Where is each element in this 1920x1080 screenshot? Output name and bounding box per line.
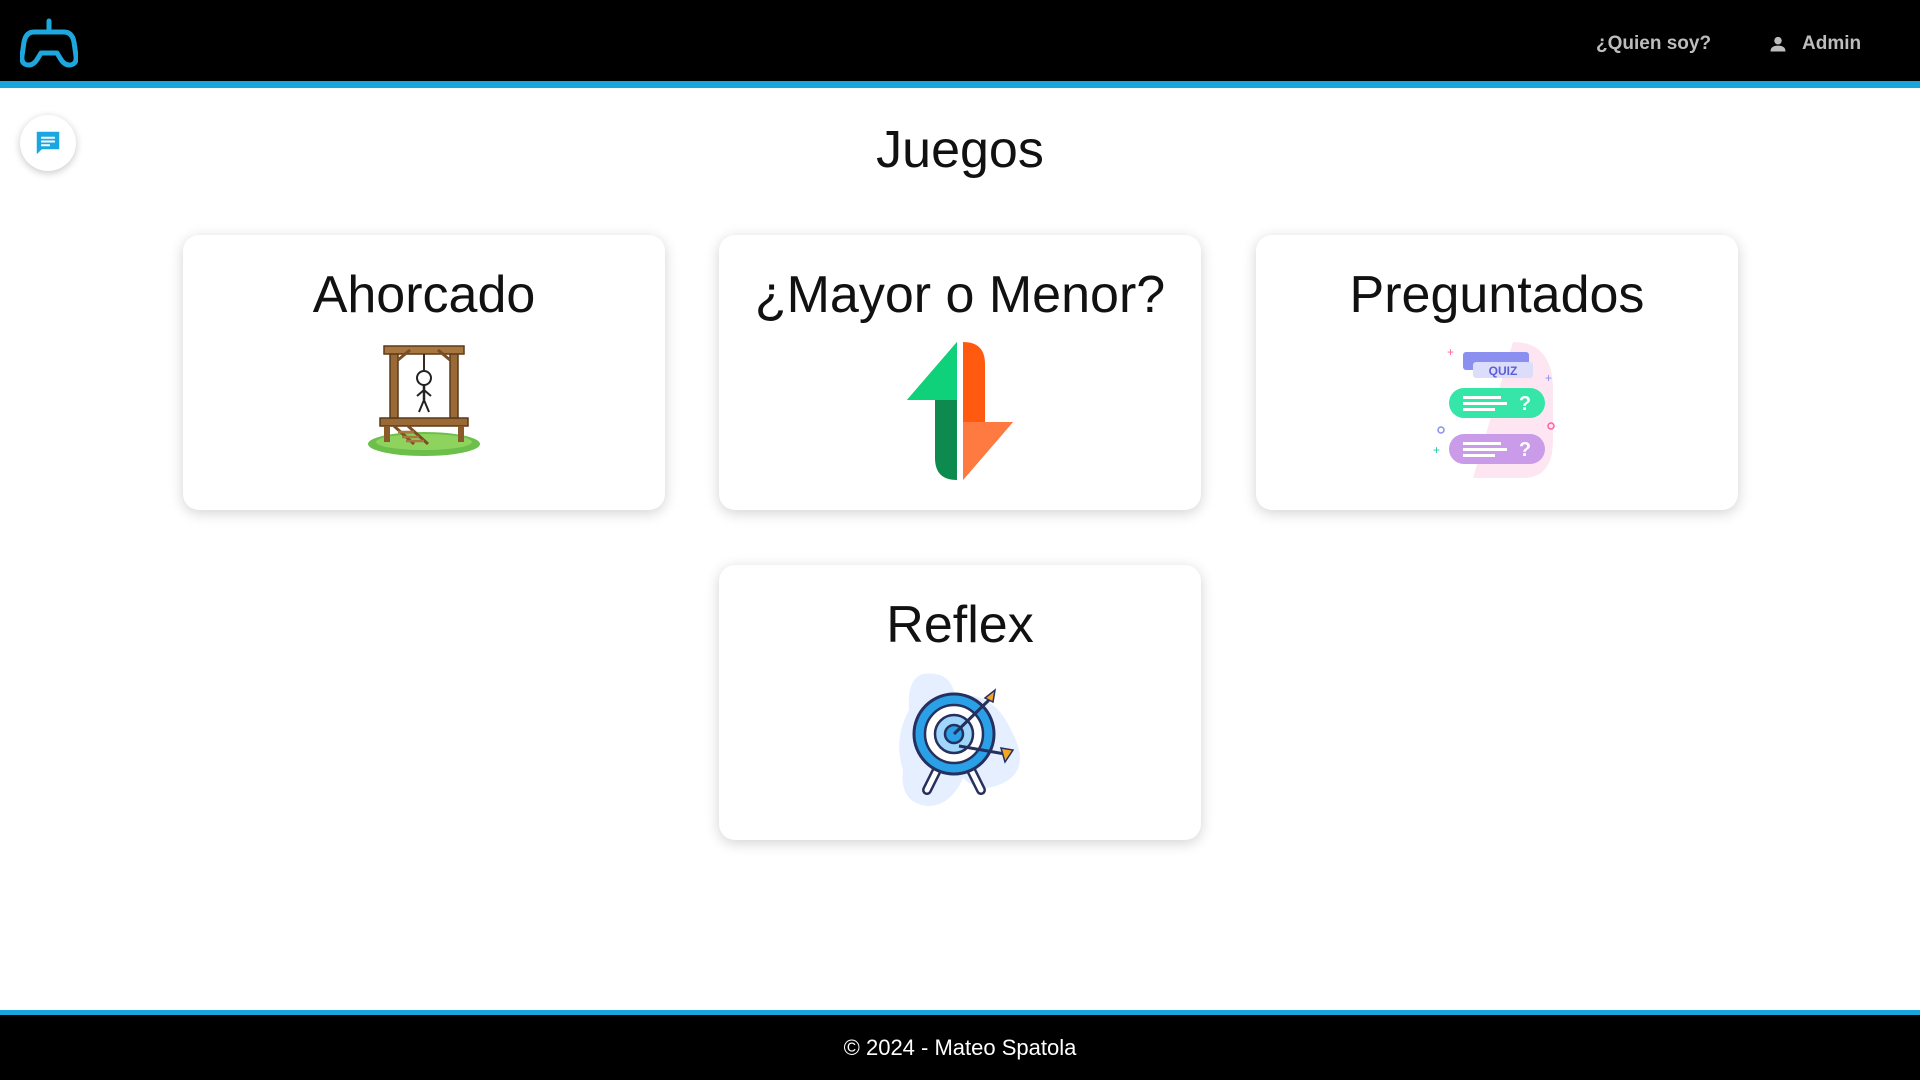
game-card-reflex[interactable]: Reflex <box>719 565 1201 840</box>
gamepad-icon[interactable] <box>19 18 79 70</box>
game-card-preguntados[interactable]: Preguntados QUIZ ? ? + + + <box>1256 235 1738 510</box>
game-card-title: ¿Mayor o Menor? <box>754 266 1166 324</box>
svg-text:?: ? <box>1519 393 1531 415</box>
nav-whoami-label: ¿Quien soy? <box>1596 33 1712 54</box>
up-down-arrows-icon <box>905 340 1015 487</box>
svg-text:QUIZ: QUIZ <box>1489 364 1518 378</box>
game-card-title: Ahorcado <box>312 266 536 324</box>
game-card-mayor-o-menor[interactable]: ¿Mayor o Menor? <box>719 235 1201 510</box>
nav-admin-label: Admin <box>1802 33 1862 54</box>
nav-whoami-link[interactable]: ¿Quien soy? <box>1596 0 1711 88</box>
game-card-title: Reflex <box>886 596 1034 654</box>
game-card-ahorcado[interactable]: Ahorcado <box>183 235 665 510</box>
quiz-icon: QUIZ ? ? + + + <box>1433 340 1561 485</box>
game-card-title: Preguntados <box>1349 266 1645 324</box>
gallows-icon <box>364 340 484 465</box>
page-title: Juegos <box>876 121 1044 179</box>
svg-text:+: + <box>1433 443 1440 457</box>
nav-admin-link[interactable]: Admin <box>1768 0 1861 88</box>
person-icon <box>1770 36 1786 52</box>
footer-copyright: © 2024 - Mateo Spatola <box>843 1034 1077 1060</box>
svg-text:+: + <box>1447 345 1454 359</box>
footer: © 2024 - Mateo Spatola <box>0 1010 1920 1080</box>
top-navbar: ¿Quien soy? Admin <box>0 0 1920 88</box>
target-arrow-icon <box>893 670 1027 813</box>
svg-text:+: + <box>1545 371 1552 385</box>
svg-text:?: ? <box>1519 439 1531 461</box>
